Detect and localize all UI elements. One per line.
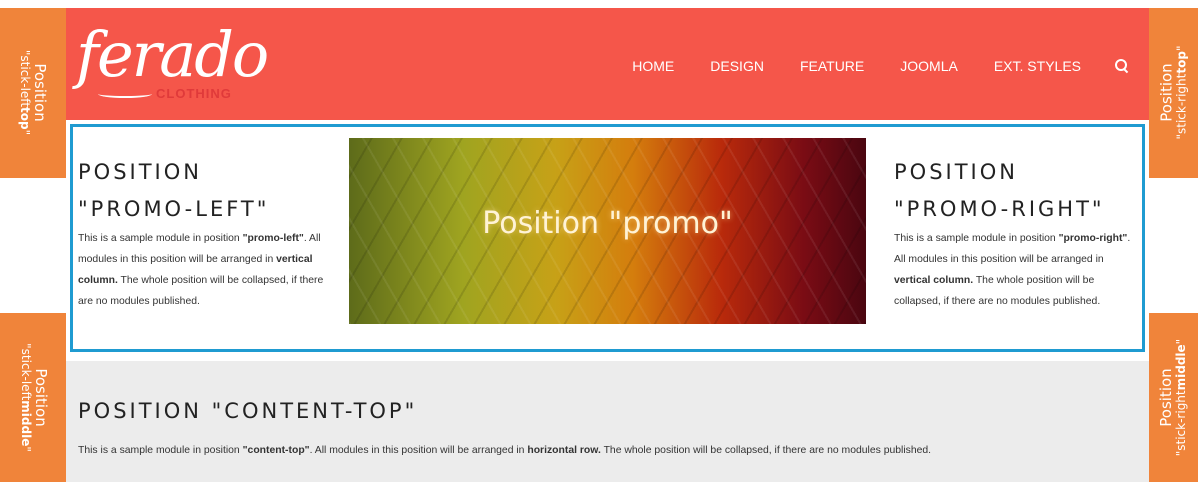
stick-left-top-bold: top: [18, 107, 33, 131]
stick-left-middle-line2: "stick-leftmiddle": [17, 343, 33, 452]
content-top-text-c: . All modules in this position will be a…: [309, 445, 528, 456]
stick-right-top-prefix: "stick-right: [1174, 74, 1189, 140]
content-top-text-a: This is a sample module in position: [78, 445, 243, 456]
stick-left-top-prefix: "stick-left: [18, 50, 33, 108]
logo-subtitle: CLOTHING: [156, 86, 232, 101]
stick-right-top-bold: top: [1174, 51, 1189, 75]
site-header: ferado CLOTHING HOME DESIGN FEATURE JOOM…: [66, 8, 1149, 120]
promo-right-text-b: "promo-right": [1058, 233, 1128, 244]
stick-right-middle-line1: Position: [1156, 368, 1175, 427]
promo-right-text-d: vertical column.: [894, 275, 974, 286]
search-icon[interactable]: [1115, 59, 1129, 73]
nav-item-joomla[interactable]: JOOMLA: [900, 58, 958, 74]
stick-left-middle-suffix: ": [18, 446, 33, 452]
promo-left-text-a: This is a sample module in position: [78, 233, 243, 244]
promo-left-title-line1: POSITION: [78, 160, 202, 184]
stick-left-top-tab[interactable]: Position "stick-lefttop": [0, 8, 66, 178]
main-nav: HOME DESIGN FEATURE JOOMLA EXT. STYLES: [596, 58, 1129, 74]
content-top-title: POSITION "CONTENT-TOP": [78, 399, 418, 423]
nav-item-design[interactable]: DESIGN: [710, 58, 764, 74]
stick-left-middle-line1: Position: [31, 368, 50, 427]
stick-left-top-line1: Position: [31, 63, 50, 123]
stick-right-middle-bold: middle: [1174, 344, 1189, 391]
logo-swoosh: [98, 90, 152, 98]
promo-banner[interactable]: Position "promo": [349, 138, 866, 324]
stick-right-top-tab[interactable]: Position "stick-righttop": [1149, 8, 1198, 178]
site-logo[interactable]: ferado CLOTHING: [76, 14, 269, 110]
stick-right-top-suffix: ": [1174, 45, 1189, 52]
stick-left-top-line2: "stick-lefttop": [17, 50, 33, 136]
stick-left-top-suffix: ": [18, 130, 33, 136]
stick-left-middle-label: Position "stick-leftmiddle": [17, 343, 50, 452]
stick-right-middle-prefix: "stick-right: [1174, 390, 1189, 457]
promo-left-text: This is a sample module in position "pro…: [78, 228, 333, 312]
promo-caption: Position "promo": [482, 205, 733, 241]
stick-left-middle-prefix: "stick-left: [18, 343, 33, 401]
stick-right-middle-label: Position "stick-rightmiddle": [1156, 338, 1189, 457]
nav-item-home[interactable]: HOME: [632, 58, 674, 74]
stick-right-top-line1: Position: [1156, 63, 1175, 123]
content-top-text-b: "content-top": [242, 445, 310, 456]
promo-left-text-b: "promo-left": [242, 233, 304, 244]
logo-wordmark: ferado: [76, 18, 269, 91]
content-top-text: This is a sample module in position "con…: [78, 440, 1138, 461]
promo-right-module: POSITION "PROMO-RIGHT" This is a sample …: [894, 154, 1142, 312]
stick-right-middle-line2: "stick-rightmiddle": [1174, 338, 1189, 457]
stick-right-middle-suffix: ": [1174, 338, 1189, 345]
stick-left-middle-tab[interactable]: Position "stick-leftmiddle": [0, 313, 66, 482]
promo-right-title-line1: POSITION: [894, 160, 1018, 184]
nav-item-ext-styles[interactable]: EXT. STYLES: [994, 58, 1081, 74]
stick-right-top-label: Position "stick-righttop": [1156, 45, 1189, 140]
stick-right-middle-tab[interactable]: Position "stick-rightmiddle": [1149, 313, 1198, 482]
stick-left-middle-bold: middle: [18, 400, 33, 447]
content-top-text-e: The whole position will be collapsed, if…: [600, 445, 932, 456]
promo-row: POSITION "PROMO-LEFT" This is a sample m…: [70, 124, 1145, 352]
promo-right-text: This is a sample module in position "pro…: [894, 228, 1142, 312]
content-top-text-d: horizontal row.: [527, 445, 601, 456]
promo-left-title-line2: "PROMO-LEFT": [78, 197, 270, 221]
promo-right-text-a: This is a sample module in position: [894, 233, 1059, 244]
stick-right-top-line2: "stick-righttop": [1174, 45, 1189, 140]
stick-left-top-label: Position "stick-lefttop": [17, 50, 50, 136]
nav-item-feature[interactable]: FEATURE: [800, 58, 864, 74]
content-top-module: POSITION "CONTENT-TOP" This is a sample …: [66, 361, 1149, 482]
promo-right-title-line2: "PROMO-RIGHT": [894, 197, 1105, 221]
promo-left-module: POSITION "PROMO-LEFT" This is a sample m…: [78, 154, 333, 312]
